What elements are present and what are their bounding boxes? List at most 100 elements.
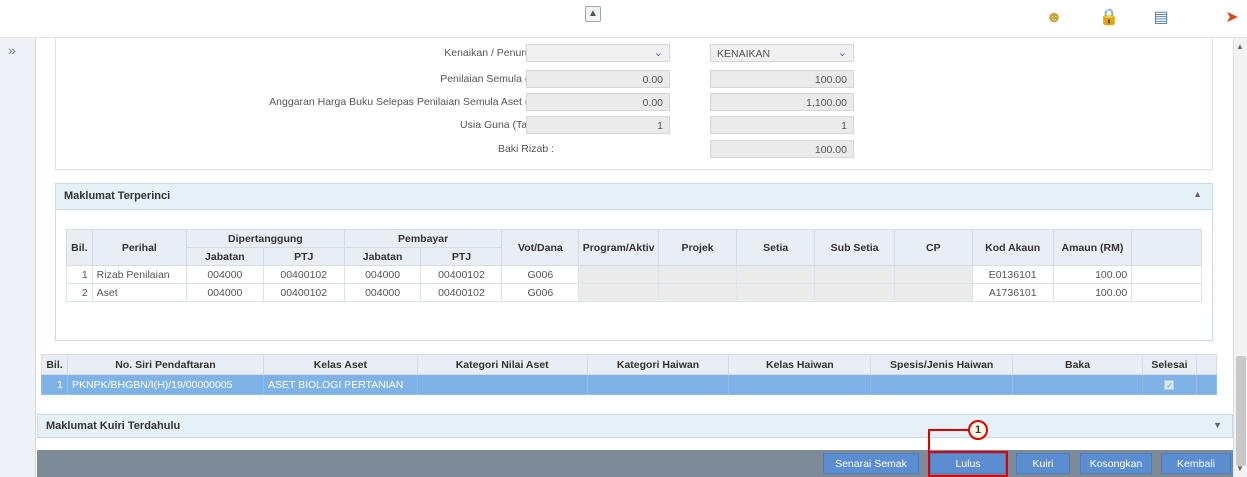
cell-program <box>578 283 659 302</box>
form-row-kenaikan: Kenaikan / Penurunan : ⌄ KENAIKAN ⌄ <box>56 44 1214 63</box>
cell-kelas-haiwan <box>728 374 872 395</box>
col-amaun: Amaun (RM) <box>1052 229 1133 266</box>
col-d-ptj: PTJ <box>262 247 345 266</box>
lock-icon[interactable]: 🔒 <box>1099 8 1119 28</box>
calendar-icon[interactable]: ▤ <box>1151 8 1171 28</box>
double-chevron-right-icon[interactable]: » <box>8 42 16 58</box>
col-selesai: Selesai <box>1141 354 1197 375</box>
cell-selesai: ✓ <box>1141 374 1197 395</box>
action-bar: Senarai Semak Lulus Kuiri Kosongkan Kemb… <box>37 450 1233 477</box>
col-cp: CP <box>894 229 973 266</box>
col-spacer <box>1195 354 1218 375</box>
user-icon[interactable]: ☻ <box>1044 8 1064 28</box>
penilaian-original-field: 0.00 <box>526 70 670 88</box>
cell-amaun: 100.00 <box>1052 283 1133 302</box>
cell-spacer <box>1195 374 1218 395</box>
col-bil: Bil. <box>41 354 68 375</box>
cell-perihal: Aset <box>91 283 188 302</box>
cell-sub-setia <box>814 265 896 284</box>
logout-icon[interactable]: ➤ <box>1222 8 1242 28</box>
cell-bil: 1 <box>41 374 68 395</box>
kembali-button[interactable]: Kembali <box>1161 453 1231 474</box>
expand-icon[interactable]: ▼ <box>1213 420 1222 430</box>
kuiri-section-header[interactable]: Maklumat Kuiri Terdahulu ▼ <box>37 414 1233 438</box>
cell-d-jabatan: 004000 <box>186 265 264 284</box>
main-content: Kenaikan / Penurunan : ⌄ KENAIKAN ⌄ Penil… <box>37 38 1233 477</box>
kenaikan-value: KENAIKAN <box>717 48 771 60</box>
collapse-icon[interactable]: ▲ <box>1193 189 1202 199</box>
cell-vot: G006 <box>501 265 580 284</box>
cell-projek <box>657 265 738 284</box>
kenaikan-select-original[interactable]: ⌄ <box>526 44 670 62</box>
col-kod-akaun: Kod Akaun <box>971 229 1054 266</box>
cell-spacer <box>1131 283 1202 302</box>
form-label: Anggaran Harga Buku Selepas Penilaian Se… <box>269 96 554 108</box>
form-row-usia-guna: Usia Guna (Tahun) : 1 1 <box>56 116 1214 135</box>
revaluation-form: Kenaikan / Penurunan : ⌄ KENAIKAN ⌄ Penil… <box>55 38 1213 170</box>
usia-new-field: 1 <box>710 116 854 134</box>
annotation-line <box>928 429 930 451</box>
kosongkan-button[interactable]: Kosongkan <box>1080 453 1152 474</box>
cell-d-ptj: 00400102 <box>262 283 345 302</box>
baki-rizab-field: 100.00 <box>710 140 854 158</box>
cell-kategori-haiwan <box>586 374 730 395</box>
cell-kod-akaun: E0136101 <box>971 265 1054 284</box>
cell-kelas-aset: ASET BIOLOGI PERTANIAN <box>262 374 418 395</box>
penilaian-new-field: 100.00 <box>710 70 854 88</box>
cell-bil: 2 <box>66 283 93 302</box>
table-row-selected[interactable]: 1 PKNPK/BHGBN/I(H)/19/00000005 ASET BIOL… <box>41 374 1218 395</box>
form-row-baki-rizab: Baki Rizab : 100.00 <box>56 140 1214 159</box>
col-bil: Bil. <box>66 229 93 266</box>
col-p-jabatan: Jabatan <box>343 247 422 266</box>
step-marker: 1 <box>968 420 988 440</box>
cell-projek <box>657 283 738 302</box>
col-baka: Baka <box>1012 354 1143 375</box>
chevron-down-icon: ⌄ <box>653 47 663 59</box>
cell-cp <box>894 283 973 302</box>
cell-setia <box>736 283 816 302</box>
kenaikan-select[interactable]: KENAIKAN ⌄ <box>710 44 854 62</box>
lulus-highlight-box <box>928 451 1008 477</box>
col-sub-setia: Sub Setia <box>814 229 896 266</box>
table-row: 2 Aset 004000 00400102 004000 00400102 G… <box>66 283 1202 302</box>
detail-section-header[interactable]: Maklumat Terperinci ▲ <box>56 184 1212 210</box>
cell-d-ptj: 00400102 <box>262 265 345 284</box>
left-panel-strip: » <box>0 38 36 477</box>
col-d-jabatan: Jabatan <box>186 247 264 266</box>
col-kelas-aset: Kelas Aset <box>262 354 418 375</box>
form-row-anggaran: Anggaran Harga Buku Selepas Penilaian Se… <box>56 93 1214 112</box>
anggaran-new-field: 1,100.00 <box>710 93 854 111</box>
cell-spesis <box>870 374 1014 395</box>
cell-setia <box>736 265 816 284</box>
col-spesis: Spesis/Jenis Haiwan <box>870 354 1014 375</box>
cell-p-jabatan: 004000 <box>343 283 422 302</box>
cell-p-jabatan: 004000 <box>343 265 422 284</box>
col-kategori-nilai: Kategori Nilai Aset <box>416 354 588 375</box>
cell-amaun: 100.00 <box>1052 265 1133 284</box>
scroll-thumb[interactable] <box>1236 356 1246 466</box>
selesai-checkbox[interactable]: ✓ <box>1164 379 1175 390</box>
col-projek: Projek <box>657 229 738 266</box>
cell-kod-akaun: A1736101 <box>971 283 1054 302</box>
senarai-semak-button[interactable]: Senarai Semak <box>823 453 919 474</box>
cell-no-siri: PKNPK/BHGBN/I(H)/19/00000005 <box>66 374 264 395</box>
cell-spacer <box>1131 265 1202 284</box>
cell-cp <box>894 265 973 284</box>
cell-kategori-nilai <box>416 374 588 395</box>
kuiri-button[interactable]: Kuiri <box>1016 453 1070 474</box>
col-spacer <box>1131 229 1202 266</box>
scroll-down-arrow-icon[interactable]: ▼ <box>1236 464 1244 473</box>
cell-vot: G006 <box>501 283 580 302</box>
col-kelas-haiwan: Kelas Haiwan <box>728 354 872 375</box>
top-toolbar: ▲ ☻ 🔒 ▤ ➤ <box>0 0 1247 38</box>
scroll-up-arrow-icon[interactable]: ▲ <box>1236 42 1244 51</box>
usia-original-field: 1 <box>526 116 670 134</box>
vertical-scrollbar[interactable]: ▲ ▼ <box>1233 38 1247 477</box>
col-p-ptj: PTJ <box>420 247 503 266</box>
double-chevron-up-icon[interactable]: ▲ <box>585 6 601 22</box>
asset-table: Bil. No. Siri Pendaftaran Kelas Aset Kat… <box>41 354 1218 395</box>
col-pembayar: Pembayar <box>343 229 503 248</box>
section-title: Maklumat Terperinci <box>64 190 171 202</box>
col-no-siri: No. Siri Pendaftaran <box>66 354 264 375</box>
table-row: 1 Rizab Penilaian 004000 00400102 004000… <box>66 265 1202 284</box>
